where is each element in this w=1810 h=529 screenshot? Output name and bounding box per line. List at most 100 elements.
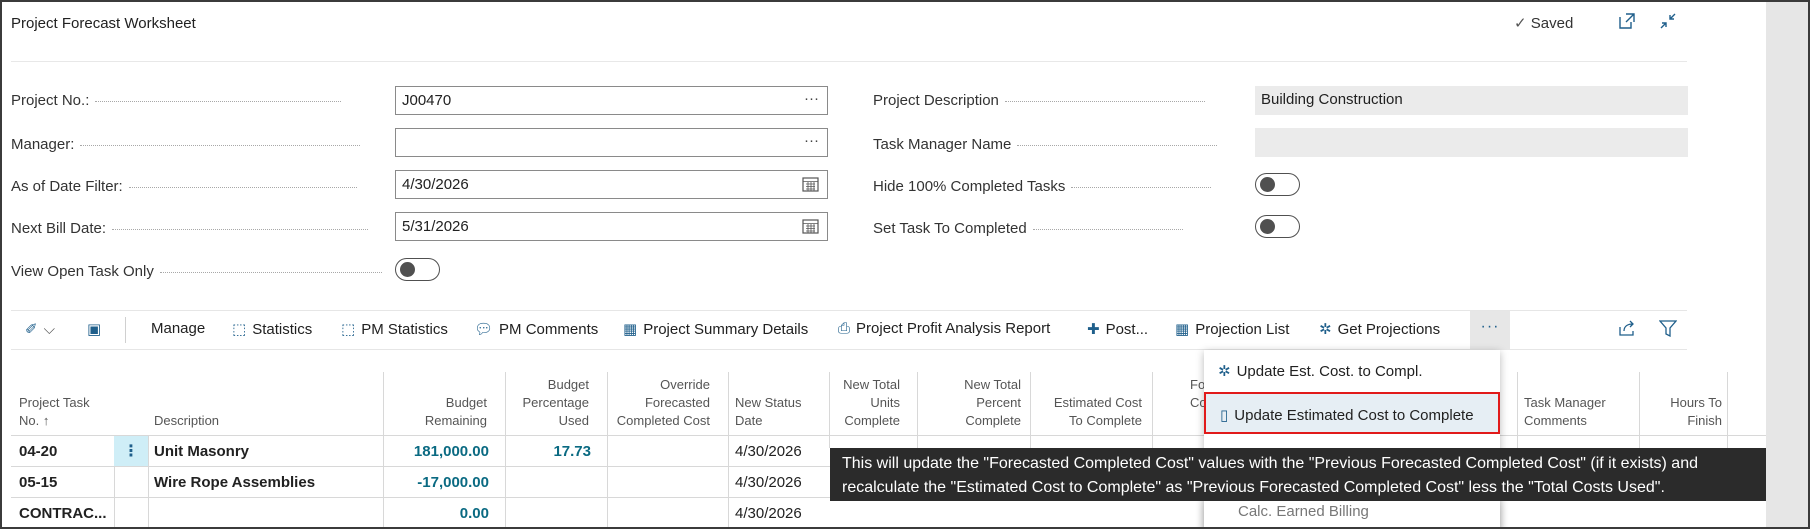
project-profit-analysis-report-button[interactable]: ⎙ Project Profit Analysis Report — [838, 320, 1050, 337]
next-bill-date-field[interactable]: 5/31/2026 — [395, 212, 828, 241]
column-divider — [829, 372, 830, 448]
column-divider — [1030, 372, 1031, 448]
check-icon: ✓ — [1514, 15, 1527, 32]
column-divider — [1517, 372, 1518, 448]
new-status-date-cell[interactable]: 4/30/2026 — [735, 474, 802, 491]
project-description-field: Building Construction — [1255, 86, 1688, 115]
column-divider — [917, 372, 918, 448]
column-header-task-no[interactable]: Project Task No. ↑ — [19, 394, 90, 430]
column-header-new-status-date[interactable]: New Status Date — [735, 394, 801, 430]
view-open-task-toggle[interactable] — [395, 258, 440, 281]
description-cell: Unit Masonry — [154, 443, 250, 460]
new-icon: ✐ — [25, 321, 38, 338]
pm-comments-button[interactable]: 💬︎ PM Comments — [474, 320, 598, 338]
column-header-new-total-percent[interactable]: New Total Percent Complete — [932, 376, 1021, 430]
column-divider — [383, 372, 384, 527]
column-divider — [607, 372, 608, 527]
task-no-cell[interactable]: CONTRAC... — [19, 505, 107, 522]
project-no-value: J00470 — [402, 92, 452, 109]
row-divider — [11, 497, 831, 498]
hide-completed-toggle[interactable] — [1255, 173, 1300, 196]
header-divider — [11, 61, 1687, 62]
hide-completed-label: Hide 100% Completed Tasks — [873, 178, 1212, 195]
column-header-budget-percentage[interactable]: Budget Percentage Used — [507, 376, 590, 430]
column-header-estimated-cost[interactable]: Estimated Cost To Complete — [1037, 394, 1142, 430]
lookup-icon[interactable]: ··· — [804, 132, 819, 149]
project-summary-details-button[interactable]: ▦ Project Summary Details — [623, 320, 808, 338]
post-icon: ✚ — [1087, 321, 1100, 338]
statistics-icon: ⬚ — [232, 321, 247, 338]
toolbar-separator — [125, 317, 126, 343]
tooltip-line: recalculate the "Estimated Cost to Compl… — [842, 479, 1665, 496]
printer-icon: ⎙ — [838, 320, 851, 337]
menu-item-update-est-cost-compl[interactable]: ✲ Update Est. Cost. to Compl. — [1204, 350, 1500, 392]
project-no-field[interactable]: J00470 ··· — [395, 86, 828, 115]
column-header-task-manager-comments[interactable]: Task Manager Comments — [1524, 394, 1606, 430]
share-icon[interactable] — [1618, 320, 1636, 341]
pm-statistics-button[interactable]: ⬚ PM Statistics — [341, 320, 448, 338]
edit-list-button[interactable]: ▣ — [87, 320, 107, 338]
column-divider — [1152, 372, 1153, 448]
set-completed-toggle[interactable] — [1255, 215, 1300, 238]
projection-list-button[interactable]: ▦ Projection List — [1175, 320, 1289, 338]
column-header-budget-remaining[interactable]: Budget Remaining — [387, 394, 487, 430]
budget-remaining-cell[interactable]: 181,000.00 — [387, 443, 489, 460]
right-panel-edge — [1766, 2, 1808, 527]
project-no-label: Project No.: — [11, 92, 342, 109]
next-bill-date-label: Next Bill Date: — [11, 220, 369, 237]
menu-item-calc-earned-billing[interactable]: Calc. Earned Billing — [1204, 501, 1500, 527]
next-bill-date-value: 5/31/2026 — [402, 218, 469, 235]
column-divider — [505, 372, 506, 527]
get-projections-button[interactable]: ✲ Get Projections — [1319, 320, 1440, 338]
tooltip: This will update the "Forecasted Complet… — [830, 448, 1808, 501]
collapse-icon[interactable] — [1659, 12, 1677, 34]
budget-remaining-cell[interactable]: -17,000.00 — [387, 474, 489, 491]
new-menu-button[interactable]: ✐ ⌵ — [25, 320, 55, 338]
manager-label: Manager: — [11, 136, 361, 153]
manage-button[interactable]: Manage — [151, 320, 205, 337]
description-cell: Wire Rope Assemblies — [154, 474, 316, 491]
update-icon: ✲ — [1218, 363, 1231, 380]
statistics-button[interactable]: ⬚ Statistics — [232, 320, 312, 338]
worksheet-page: Project Forecast Worksheet ✓ Saved Proje… — [0, 0, 1810, 529]
manager-field[interactable]: ··· — [395, 128, 828, 157]
column-header-override-forecasted[interactable]: Override Forecasted Completed Cost — [609, 376, 710, 430]
header-row-divider — [11, 435, 1771, 436]
project-description-value: Building Construction — [1261, 91, 1403, 108]
budget-remaining-cell[interactable]: 0.00 — [387, 505, 489, 522]
saved-status: ✓ Saved — [1514, 14, 1573, 32]
row-actions-button[interactable]: ⋮ — [114, 436, 148, 466]
new-status-date-cell[interactable]: 4/30/2026 — [735, 443, 802, 460]
column-header-description[interactable]: Description — [154, 412, 219, 430]
task-no-cell[interactable]: 04-20 — [19, 443, 57, 460]
menu-item-update-estimated-cost-to-complete[interactable]: ▯ Update Estimated Cost to Complete — [1204, 392, 1500, 434]
calendar-icon[interactable] — [802, 216, 819, 239]
column-header-new-total-units[interactable]: New Total Units Complete — [822, 376, 900, 430]
column-divider — [148, 435, 149, 527]
calendar-icon[interactable] — [802, 174, 819, 197]
comment-icon: 💬︎ — [474, 321, 494, 338]
column-divider — [1727, 372, 1728, 448]
gear-icon: ✲ — [1319, 321, 1332, 338]
more-options-button[interactable]: ··· — [1470, 311, 1510, 349]
as-of-date-label: As of Date Filter: — [11, 178, 357, 195]
task-manager-name-field — [1255, 128, 1688, 157]
set-completed-label: Set Task To Completed — [873, 220, 1183, 237]
chevron-down-icon: ⌵ — [43, 321, 55, 338]
tooltip-line: This will update the "Forecasted Complet… — [842, 455, 1698, 472]
row-divider — [11, 466, 831, 467]
post-button[interactable]: ✚ Post... — [1087, 320, 1148, 338]
new-status-date-cell[interactable]: 4/30/2026 — [735, 505, 802, 522]
column-header-hours-to-finish[interactable]: Hours To Finish — [1642, 394, 1722, 430]
saved-label: Saved — [1530, 15, 1574, 32]
task-manager-name-label: Task Manager Name — [873, 136, 1218, 153]
task-no-cell[interactable]: 05-15 — [19, 474, 57, 491]
as-of-date-field[interactable]: 4/30/2026 — [395, 170, 828, 199]
filter-icon[interactable] — [1658, 320, 1678, 341]
open-in-new-window-icon[interactable] — [1618, 12, 1636, 34]
statistics-icon: ⬚ — [341, 321, 356, 338]
lookup-icon[interactable]: ··· — [804, 90, 819, 107]
table-icon: ▦ — [1175, 321, 1190, 338]
document-icon: ▯ — [1220, 407, 1229, 424]
budget-percentage-cell[interactable]: 17.73 — [507, 443, 591, 460]
